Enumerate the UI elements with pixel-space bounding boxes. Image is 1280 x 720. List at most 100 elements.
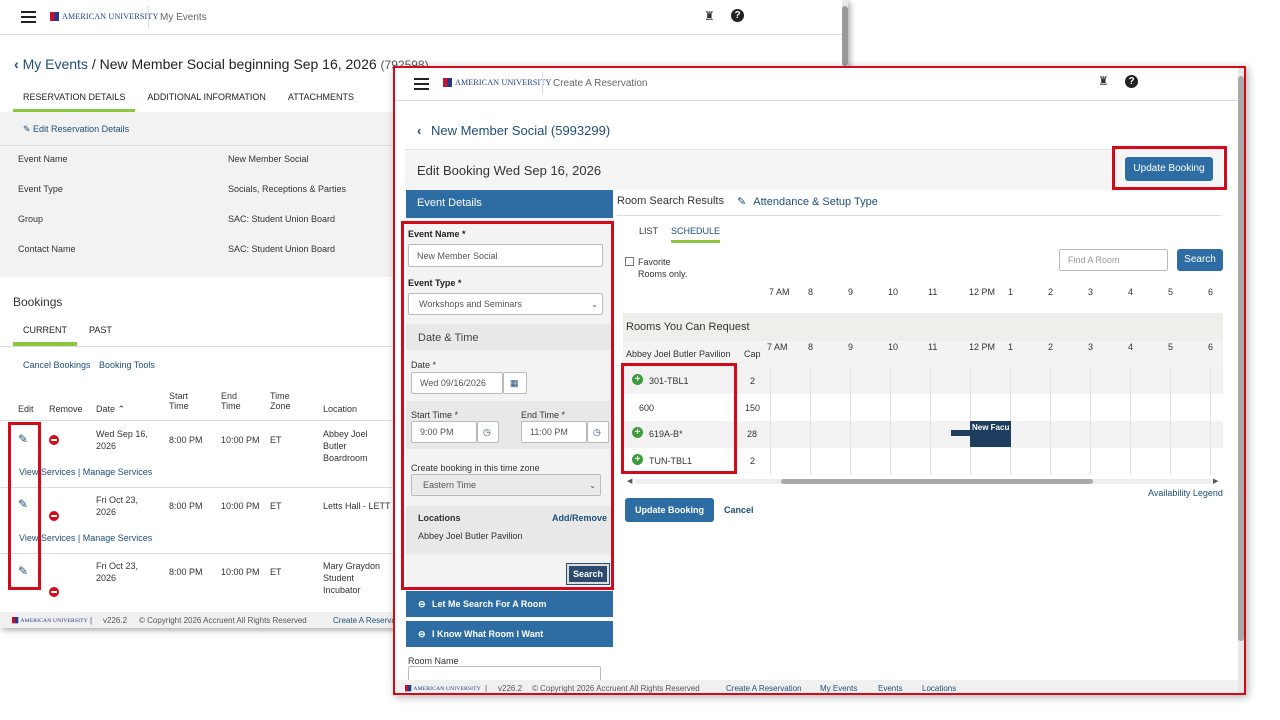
find-room-input[interactable]: Find A Room	[1059, 249, 1168, 271]
room-cap: 28	[747, 429, 758, 439]
col-date[interactable]: Date ⌃	[96, 404, 125, 415]
tab-current[interactable]: CURRENT	[13, 325, 77, 346]
booking-tools-link[interactable]: Booking Tools	[99, 360, 155, 370]
let-me-search-accordion[interactable]: ⊖ Let Me Search For A Room	[406, 591, 613, 617]
cancel-bookings-link[interactable]: Cancel Bookings	[23, 360, 91, 370]
footer-copyright: © Copyright 2026 Accruent All Rights Res…	[139, 616, 307, 625]
remove-icon[interactable]	[49, 511, 59, 521]
tab-past[interactable]: PAST	[77, 325, 122, 346]
edit-booking-title: Edit Booking Wed Sep 16, 2026	[417, 163, 602, 178]
booking-date: Fri Oct 23, 2026	[96, 561, 139, 583]
room-cap: 2	[750, 456, 756, 466]
cancel-link[interactable]: Cancel	[724, 505, 754, 515]
tab-attachments[interactable]: ATTACHMENTS	[276, 92, 364, 113]
booking-tabs: CURRENT PAST	[13, 325, 122, 346]
menu-icon[interactable]	[414, 78, 429, 90]
brand-logo[interactable]: AMERICAN UNIVERSITY	[50, 12, 158, 21]
footer-copyright: © Copyright 2026 Accruent All Rights Res…	[532, 684, 700, 693]
scroll-left-icon[interactable]: ◀	[627, 477, 632, 485]
booking-tz: ET	[270, 501, 282, 511]
top-bar: AMERICAN UNIVERSITY My Events ♜ ?	[0, 0, 848, 35]
footer-logo: AMERICAN UNIVERSITY	[405, 685, 481, 692]
tab-schedule[interactable]: SCHEDULE	[671, 226, 721, 243]
detail-label: Event Name	[18, 154, 68, 164]
booking-end: 10:00 PM	[221, 501, 260, 511]
booking-tz: ET	[270, 567, 282, 577]
footer-events[interactable]: Events	[878, 684, 902, 693]
header-title: My Events	[160, 12, 207, 23]
edit-reservation-link[interactable]: ✎ Edit Reservation Details	[23, 124, 129, 135]
top-bar: AMERICAN UNIVERSITY Create A Reservation…	[395, 68, 1244, 101]
detail-label: Group	[18, 214, 44, 224]
detail-value: New Member Social	[228, 154, 309, 164]
col-tz: Time Zone	[270, 391, 291, 411]
room-cap: 2	[750, 376, 756, 386]
back-link[interactable]: ‹ New Member Social (5993299)	[417, 123, 610, 138]
detail-value: SAC: Student Union Board	[228, 244, 336, 254]
room-search-results-title: Room Search Results	[617, 195, 724, 207]
tab-list[interactable]: LIST	[639, 226, 658, 236]
booking-block-tail	[951, 430, 972, 436]
update-booking-highlight	[1112, 146, 1227, 190]
scroll-thumb[interactable]	[781, 479, 1093, 484]
room-name-label: Room Name	[408, 656, 459, 666]
booking-tz: ET	[270, 435, 282, 445]
footer-version: v226.2	[103, 616, 128, 625]
help-icon[interactable]: ?	[731, 9, 744, 22]
col-edit: Edit	[18, 404, 34, 414]
lighthouse-icon[interactable]: ♜	[704, 9, 715, 23]
footer-create-reservation[interactable]: Create A Reservation	[726, 684, 802, 693]
breadcrumb: ‹ My Events / New Member Social beginnin…	[14, 56, 429, 72]
rooms-request-title: Rooms You Can Request	[626, 321, 750, 333]
breadcrumb-my-events[interactable]: My Events	[23, 56, 88, 72]
booking-start: 8:00 PM	[169, 567, 203, 577]
existing-booking-block[interactable]: New Facu	[970, 421, 1011, 447]
update-booking-bottom-button[interactable]: Update Booking	[625, 498, 714, 522]
lighthouse-icon[interactable]: ♜	[1098, 74, 1109, 88]
favorite-checkbox[interactable]	[625, 257, 634, 266]
remove-icon[interactable]	[49, 587, 59, 597]
tab-reservation-details[interactable]: RESERVATION DETAILS	[13, 92, 136, 113]
remove-icon[interactable]	[49, 435, 59, 445]
booking-location[interactable]: Abbey Joel Butler Boardroom	[323, 428, 393, 464]
scroll-right-icon[interactable]: ▶	[1213, 477, 1218, 485]
detail-label: Contact Name	[18, 244, 76, 254]
booking-end: 10:00 PM	[221, 567, 260, 577]
col-start: Start Time	[169, 391, 189, 411]
bookings-title: Bookings	[13, 295, 63, 309]
booking-date: Wed Sep 16, 2026	[96, 429, 148, 451]
booking-date: Fri Oct 23, 2026	[96, 495, 139, 517]
booking-location[interactable]: Letts Hall - LETT 1	[323, 501, 398, 511]
tab-additional-information[interactable]: ADDITIONAL INFORMATION	[135, 92, 276, 113]
col-location: Location	[323, 404, 358, 414]
scrollbar[interactable]	[1238, 68, 1244, 693]
brand-logo[interactable]: AMERICAN UNIVERSITY	[443, 78, 551, 87]
detail-value: Socials, Receptions & Parties	[228, 184, 347, 194]
event-details-highlight	[401, 221, 614, 590]
menu-icon[interactable]	[21, 11, 36, 23]
attendance-link[interactable]: ✎ Attendance & Setup Type	[737, 195, 878, 208]
booking-start: 8:00 PM	[169, 435, 203, 445]
find-room-search-button[interactable]: Search	[1177, 249, 1223, 271]
col-end: End Time	[221, 391, 241, 411]
booking-end: 10:00 PM	[221, 435, 260, 445]
footer-my-events[interactable]: My Events	[820, 684, 857, 693]
availability-legend-link[interactable]: Availability Legend	[1148, 488, 1223, 498]
event-details-header: Event Details	[406, 190, 613, 218]
detail-value: SAC: Student Union Board	[228, 214, 336, 224]
detail-tabs: RESERVATION DETAILS ADDITIONAL INFORMATI…	[13, 92, 364, 113]
room-cap: 150	[745, 403, 761, 413]
edit-column-highlight	[8, 422, 41, 590]
favorite-label: Favorite Rooms only.	[638, 257, 688, 279]
detail-label: Event Type	[18, 184, 63, 194]
rooms-highlight	[621, 363, 737, 474]
help-icon[interactable]: ?	[1125, 75, 1138, 88]
booking-location[interactable]: Mary Graydon Student Incubator	[323, 560, 393, 596]
footer-version: v226.2	[498, 684, 523, 693]
col-remove: Remove	[49, 404, 83, 414]
footer-logo: AMERICAN UNIVERSITY	[12, 617, 88, 624]
booking-start: 8:00 PM	[169, 501, 203, 511]
footer-locations[interactable]: Locations	[922, 684, 956, 693]
header-title: Create A Reservation	[553, 78, 648, 89]
i-know-room-accordion[interactable]: ⊖ I Know What Room I Want	[406, 621, 613, 647]
